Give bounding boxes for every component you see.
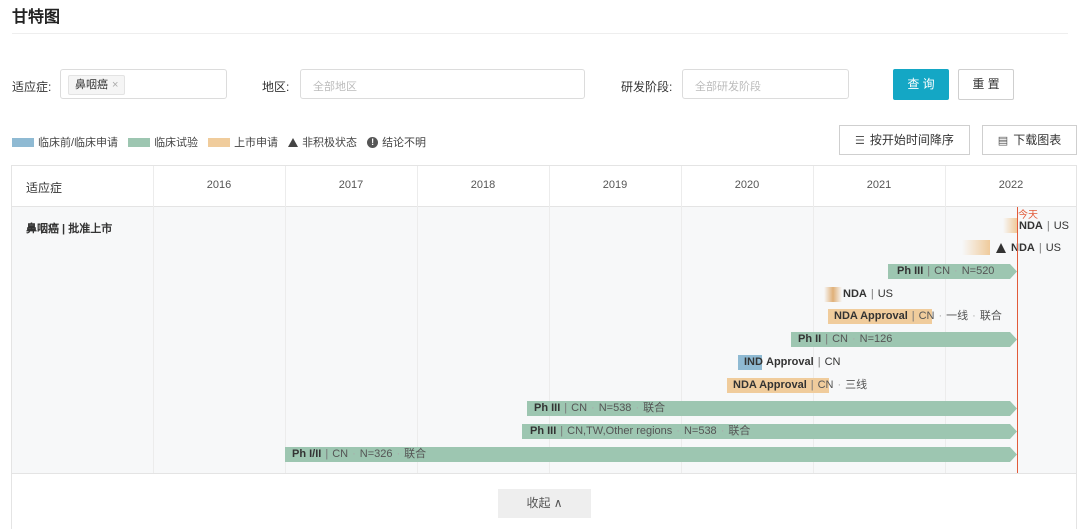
collapse-button[interactable]: 收起 ∧ [498, 489, 591, 518]
title-divider [12, 33, 1068, 34]
gantt-bar-label: Ph II | CN · N=126 [798, 333, 893, 345]
year-label: 2017 [338, 179, 364, 191]
sort-icon: ☰ [855, 135, 865, 147]
legend-item-unclear: ! 结论不明 [367, 134, 426, 150]
grid-line [417, 207, 418, 473]
gantt-bar-nda[interactable] [824, 287, 842, 302]
sort-button-label: 按开始时间降序 [869, 133, 954, 147]
year-label: 2022 [998, 179, 1024, 191]
gantt-bar-label: NDA | US [843, 288, 893, 300]
legend-swatch [12, 137, 34, 147]
gantt-bar-label: NDA | US [1011, 242, 1061, 254]
indication-filter-label: 适应症: [12, 80, 52, 94]
stage-select[interactable]: 全部研发阶段 [682, 69, 849, 99]
triangle-icon [288, 137, 299, 147]
gantt-bar-label: Ph I/II | CN · N=326 · 联合 [292, 448, 427, 460]
legend-swatch [128, 137, 151, 147]
today-line [1017, 207, 1018, 473]
legend: 临床前/临床申请 临床试验 上市申请 非积极状态 ! 结论不明 [12, 134, 436, 150]
region-placeholder: 全部地区 [313, 81, 357, 93]
exclamation-icon: ! [367, 136, 379, 148]
year-label: 2021 [866, 179, 892, 191]
legend-label: 上市申请 [234, 137, 279, 149]
legend-label: 临床前/临床申请 [38, 137, 119, 149]
row-label: 鼻咽癌 | 批准上市 [26, 223, 113, 235]
column-header-indication: 适应症 [26, 181, 63, 195]
year-label: 2018 [470, 179, 496, 191]
query-button[interactable]: 查 询 [893, 69, 949, 100]
gantt-bar-nda[interactable] [1003, 218, 1017, 233]
today-label: 今天 [1018, 210, 1038, 221]
legend-label: 临床试验 [154, 137, 199, 149]
tag-close-icon[interactable]: × [112, 79, 118, 91]
year-label: 2020 [734, 179, 760, 191]
region-select[interactable]: 全部地区 [300, 69, 585, 99]
grid-line [285, 207, 286, 473]
gantt-bar-label: NDA Approval | CN · 一线 · 联合 [834, 310, 1002, 322]
reset-button[interactable]: 重 置 [958, 69, 1014, 100]
indication-select[interactable]: 鼻咽癌 × [60, 69, 227, 99]
legend-swatch [208, 137, 231, 147]
gantt-footer: 收起 ∧ [12, 473, 1076, 529]
gantt-bar-label: NDA Approval | CN · 三线 [733, 379, 868, 391]
legend-item-clinical: 临床试验 [128, 134, 198, 150]
legend-item-preclinical: 临床前/临床申请 [12, 134, 118, 150]
legend-label: 非积极状态 [302, 137, 358, 149]
grid-line [153, 207, 154, 473]
download-button-label: 下载图表 [1013, 133, 1062, 147]
legend-label: 结论不明 [382, 137, 427, 149]
gantt-bar-label: Ph III | CN,TW,Other regions · N=538 · 联合 [530, 425, 751, 437]
gantt-bar-label: NDA | US [1019, 220, 1069, 232]
year-label: 2019 [602, 179, 628, 191]
legend-item-nda: 上市申请 [208, 134, 278, 150]
year-label: 2016 [206, 179, 232, 191]
sort-button[interactable]: ☰ 按开始时间降序 [839, 125, 970, 155]
gantt-header: 适应症 2016 2017 2018 2019 2020 2021 2022 [12, 166, 1076, 207]
gantt-bar-nda[interactable] [962, 240, 990, 255]
gantt-bar-label: Ph III | CN · N=520 [897, 265, 995, 277]
gantt-bar-label: Ph III | CN · N=538 · 联合 [534, 402, 666, 414]
region-filter-label: 地区: [262, 80, 290, 94]
legend-item-inactive: 非积极状态 [288, 134, 357, 150]
download-icon: ▤ [997, 135, 1009, 147]
stage-filter-label: 研发阶段: [621, 80, 673, 94]
indication-tag-label: 鼻咽癌 [75, 79, 108, 91]
gantt-chart: 适应症 2016 2017 2018 2019 2020 2021 2022 鼻… [11, 165, 1077, 529]
download-button[interactable]: ▤ 下载图表 [982, 125, 1077, 155]
inactive-triangle-icon [996, 243, 1006, 253]
stage-placeholder: 全部研发阶段 [695, 81, 761, 93]
gantt-bar-label: IND Approval | CN [744, 356, 841, 368]
indication-tag: 鼻咽癌 × [68, 75, 126, 95]
page-title: 甘特图 [12, 9, 61, 26]
